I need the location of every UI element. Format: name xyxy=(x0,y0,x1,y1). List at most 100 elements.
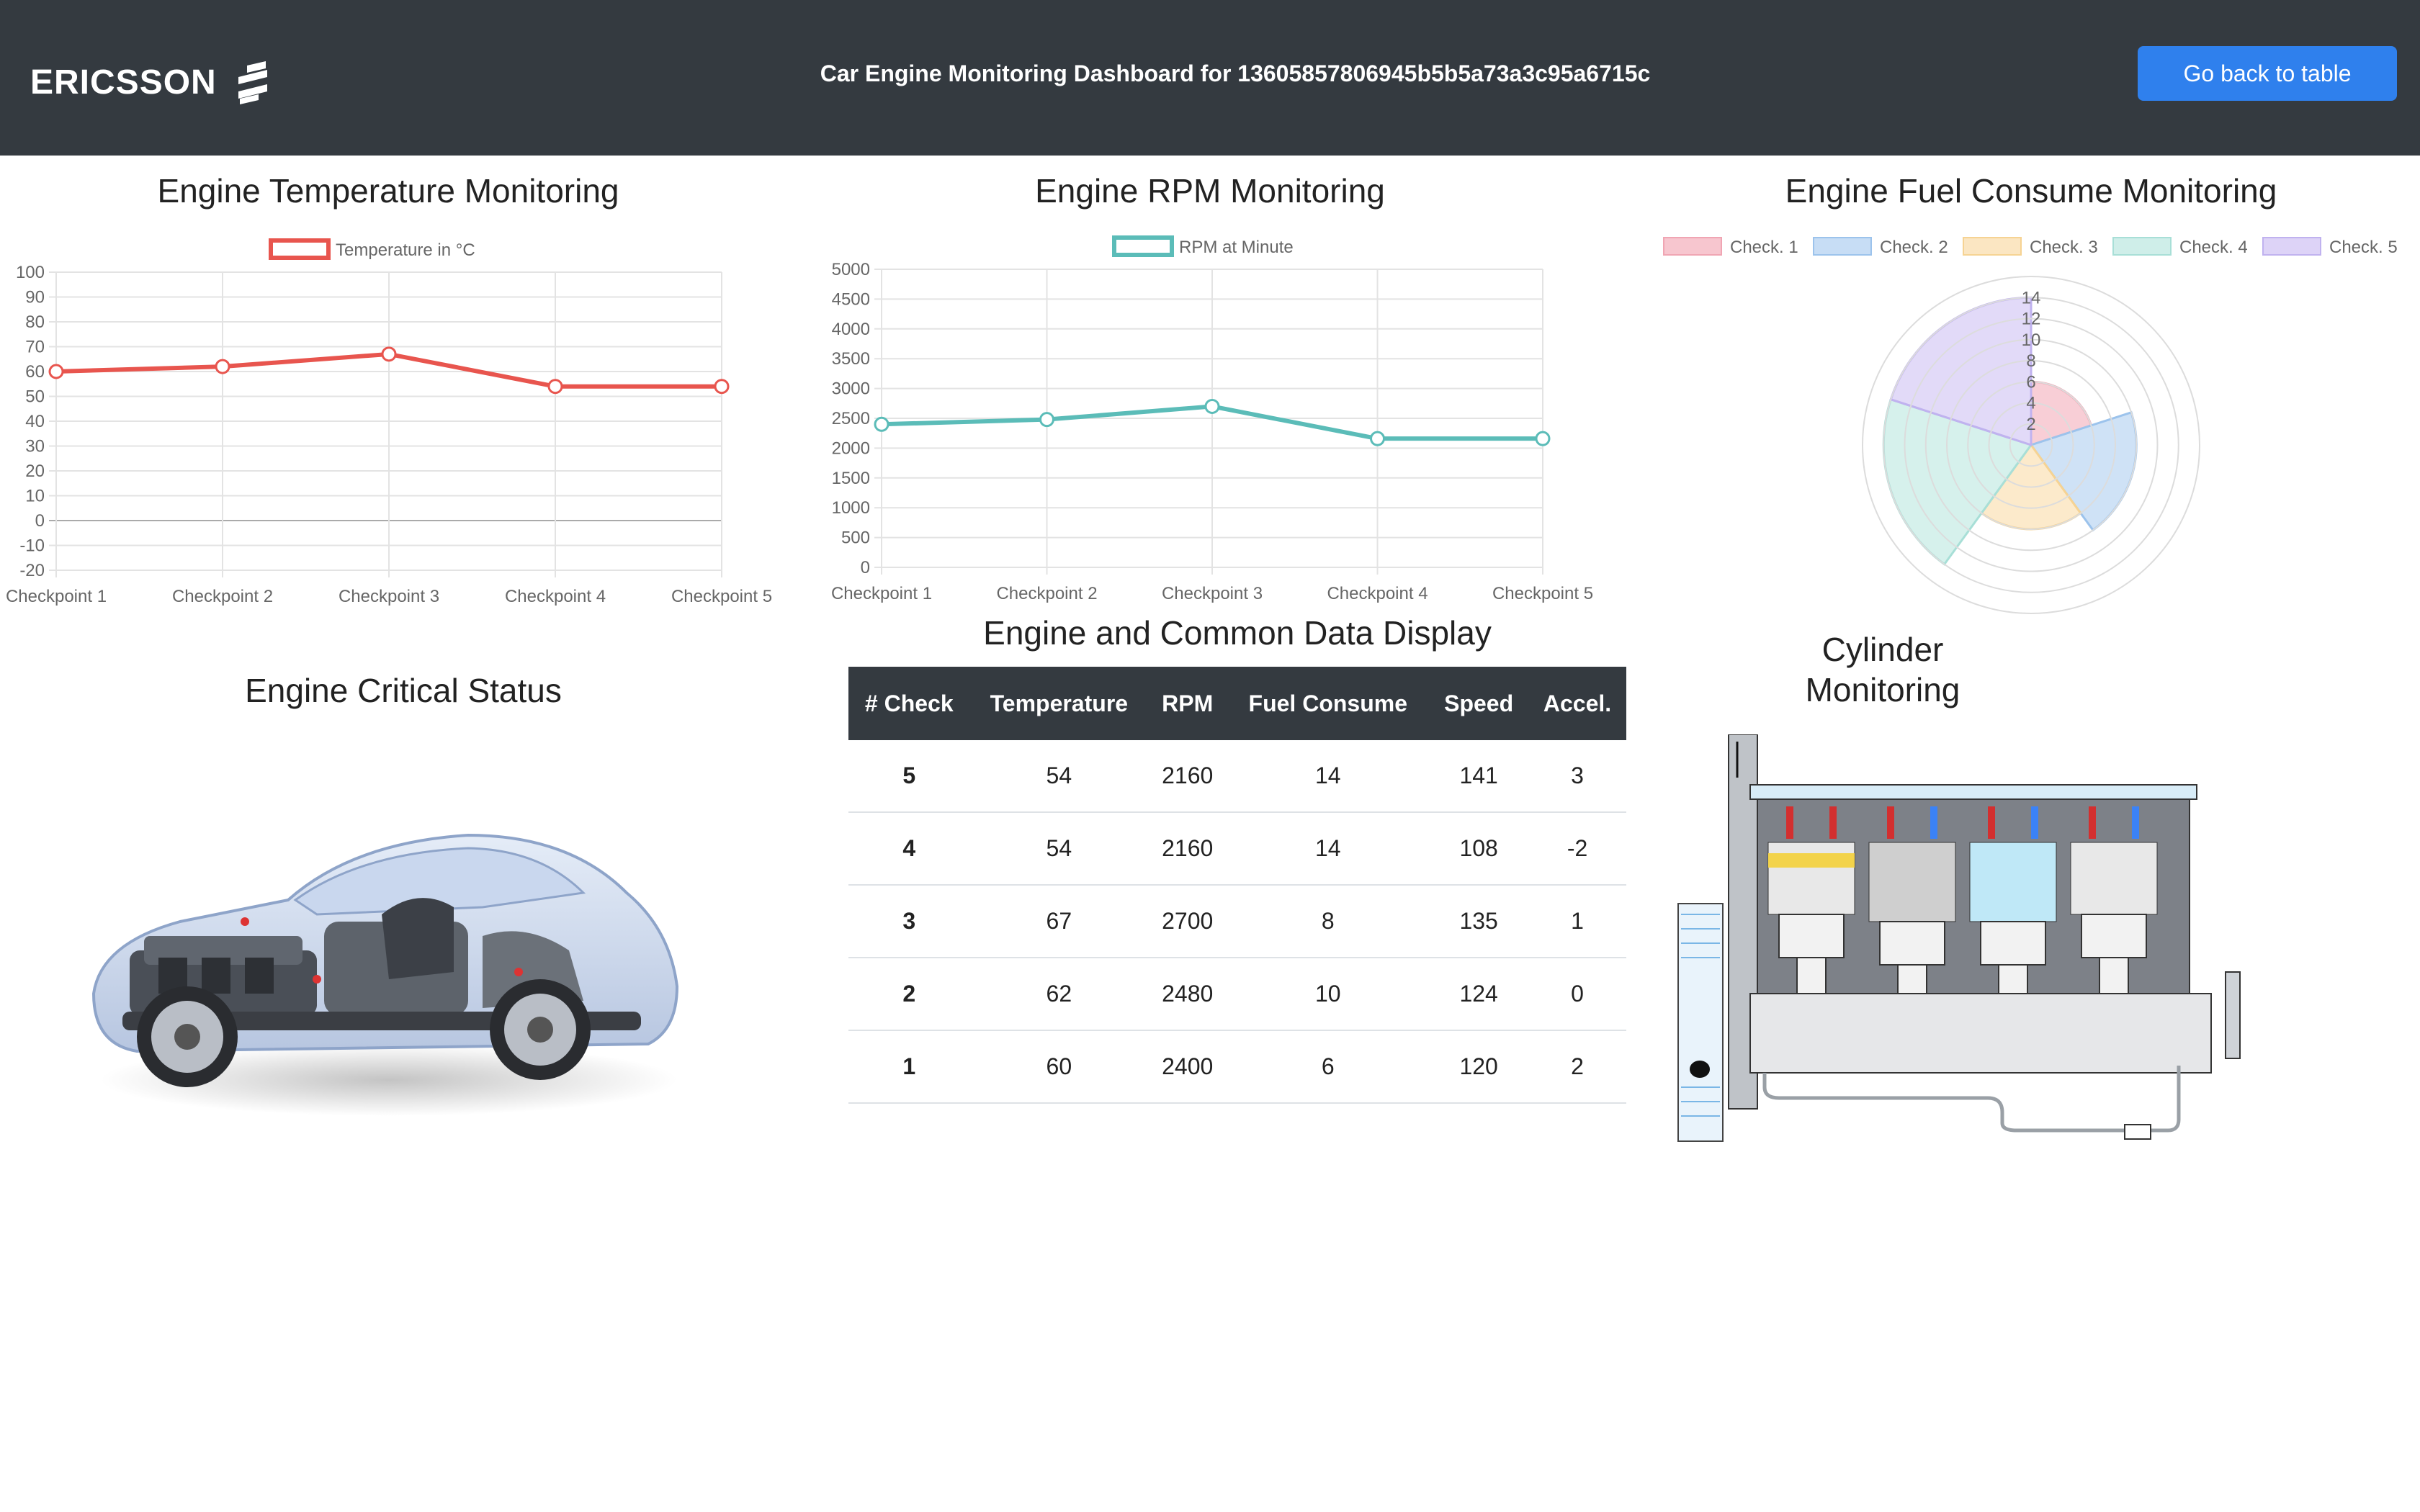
y-tick-label: 30 xyxy=(25,437,45,456)
cell-speed: 108 xyxy=(1429,812,1529,886)
cell-fuel: 10 xyxy=(1227,958,1430,1031)
cylinder-title: Cylinder Monitoring xyxy=(1739,629,2027,710)
cell-accel: 3 xyxy=(1528,740,1626,813)
cell-rpm: 2160 xyxy=(1148,740,1227,813)
rpm-line-chart[interactable]: RPM at Minute500045004000350030002500200… xyxy=(821,228,1613,616)
data-point xyxy=(48,364,64,379)
legend-swatch xyxy=(2262,237,2321,256)
table-row: 2 62 2480 10 124 0 xyxy=(848,958,1626,1031)
y-tick-label: 4500 xyxy=(832,289,870,309)
y-tick-label: -10 xyxy=(19,536,45,556)
cell-accel: 0 xyxy=(1528,958,1626,1031)
x-tick-label: Checkpoint 1 xyxy=(6,587,107,606)
legend-label: Temperature in °C xyxy=(336,240,475,260)
cell-accel: 2 xyxy=(1528,1030,1626,1104)
x-tick-label: Checkpoint 1 xyxy=(831,584,932,603)
cell-temperature: 60 xyxy=(969,1030,1149,1104)
cell-speed: 120 xyxy=(1429,1030,1529,1104)
car-xray-image xyxy=(91,833,679,1116)
legend-swatch xyxy=(269,238,331,260)
x-tick-label: Checkpoint 3 xyxy=(339,587,439,606)
y-tick-label: 40 xyxy=(25,412,45,431)
data-point xyxy=(1370,431,1385,446)
cell-fuel: 6 xyxy=(1227,1030,1430,1104)
y-tick-label: 3500 xyxy=(832,349,870,369)
cell-accel: 1 xyxy=(1528,885,1626,958)
y-tick-label: 60 xyxy=(25,362,45,382)
y-tick-label: 0 xyxy=(35,511,45,531)
col-header-accel: Accel. xyxy=(1528,667,1626,740)
y-tick-label: 0 xyxy=(861,558,870,577)
legend-label: Check. 2 xyxy=(1880,238,1948,257)
cell-speed: 124 xyxy=(1429,958,1529,1031)
y-tick-label: 1500 xyxy=(832,469,870,488)
legend-label: Check. 3 xyxy=(2030,238,2098,257)
cell-rpm: 2160 xyxy=(1148,812,1227,886)
legend-label: Check. 4 xyxy=(2179,238,2248,257)
critical-status-title: Engine Critical Status xyxy=(245,672,562,709)
engine-cylinder-diagram xyxy=(1677,734,2241,1142)
cell-temperature: 54 xyxy=(969,740,1149,813)
y-tick-label: 10 xyxy=(25,487,45,506)
r-tick-label: 14 xyxy=(2022,288,2041,307)
page-title: Car Engine Monitoring Dashboard for 1360… xyxy=(820,60,1651,86)
y-tick-label: 1000 xyxy=(832,498,870,518)
fuel-polar-area-chart[interactable]: Check. 1 Check. 2 Check. 3 Check. 4 Check. 5… xyxy=(1657,228,2413,616)
cell-speed: 141 xyxy=(1429,740,1529,813)
cell-check: 2 xyxy=(848,958,970,1031)
cell-check: 4 xyxy=(848,812,970,886)
temperature-line-chart[interactable]: Temperature in °C1009080706050403020100-… xyxy=(0,230,792,619)
col-header-temperature: Temperature xyxy=(969,667,1149,740)
y-tick-label: 80 xyxy=(25,312,45,332)
x-tick-label: Checkpoint 4 xyxy=(1327,584,1428,603)
col-header-rpm: RPM xyxy=(1148,667,1227,740)
x-tick-label: Checkpoint 2 xyxy=(172,587,273,606)
fuel-chart-title: Engine Fuel Consume Monitoring xyxy=(1785,172,2277,210)
y-tick-label: 90 xyxy=(25,288,45,307)
data-point xyxy=(381,346,397,362)
r-tick-label: 12 xyxy=(2022,310,2041,329)
y-tick-label: 5000 xyxy=(832,260,870,279)
legend-label: Check. 5 xyxy=(2329,238,2398,257)
col-header-speed: Speed xyxy=(1429,667,1529,740)
r-tick-label: 4 xyxy=(2026,394,2035,413)
cell-temperature: 62 xyxy=(969,958,1149,1031)
data-point xyxy=(1535,431,1551,446)
legend-swatch xyxy=(1813,237,1872,256)
col-header-check: # Check xyxy=(848,667,970,740)
data-point xyxy=(1204,398,1220,414)
table-row: 4 54 2160 14 108 -2 xyxy=(848,812,1626,886)
table-header-row: # Check Temperature RPM Fuel Consume Spe… xyxy=(848,667,1626,740)
cell-rpm: 2400 xyxy=(1148,1030,1227,1104)
r-tick-label: 2 xyxy=(2026,415,2035,434)
y-tick-label: 2500 xyxy=(832,409,870,428)
y-tick-label: 50 xyxy=(25,387,45,407)
legend-swatch xyxy=(1963,237,2022,256)
table-title: Engine and Common Data Display xyxy=(983,614,1492,652)
legend-swatch xyxy=(2112,237,2172,256)
data-point xyxy=(215,359,230,374)
table-row: 5 54 2160 14 141 3 xyxy=(848,740,1626,813)
data-point xyxy=(1039,412,1054,428)
x-tick-label: Checkpoint 5 xyxy=(1492,584,1593,603)
data-point xyxy=(714,379,730,395)
table-row: 3 67 2700 8 135 1 xyxy=(848,885,1626,958)
cell-fuel: 8 xyxy=(1227,885,1430,958)
go-back-button[interactable]: Go back to table xyxy=(2138,46,2397,101)
y-tick-label: 4000 xyxy=(832,320,870,339)
data-point xyxy=(547,379,563,395)
cell-speed: 135 xyxy=(1429,885,1529,958)
cell-rpm: 2700 xyxy=(1148,885,1227,958)
col-header-fuel: Fuel Consume xyxy=(1227,667,1430,740)
cell-temperature: 54 xyxy=(969,812,1149,886)
r-tick-label: 6 xyxy=(2026,372,2035,392)
engine-data-table: # Check Temperature RPM Fuel Consume Spe… xyxy=(848,667,1626,1104)
y-tick-label: 3000 xyxy=(832,379,870,399)
r-tick-label: 8 xyxy=(2026,351,2035,371)
x-tick-label: Checkpoint 5 xyxy=(671,587,772,606)
legend-swatch xyxy=(1663,237,1722,256)
y-tick-label: 500 xyxy=(841,528,870,548)
legend-label: Check. 1 xyxy=(1730,238,1798,257)
r-tick-label: 10 xyxy=(2022,330,2041,350)
rpm-chart-title: Engine RPM Monitoring xyxy=(1035,172,1385,210)
